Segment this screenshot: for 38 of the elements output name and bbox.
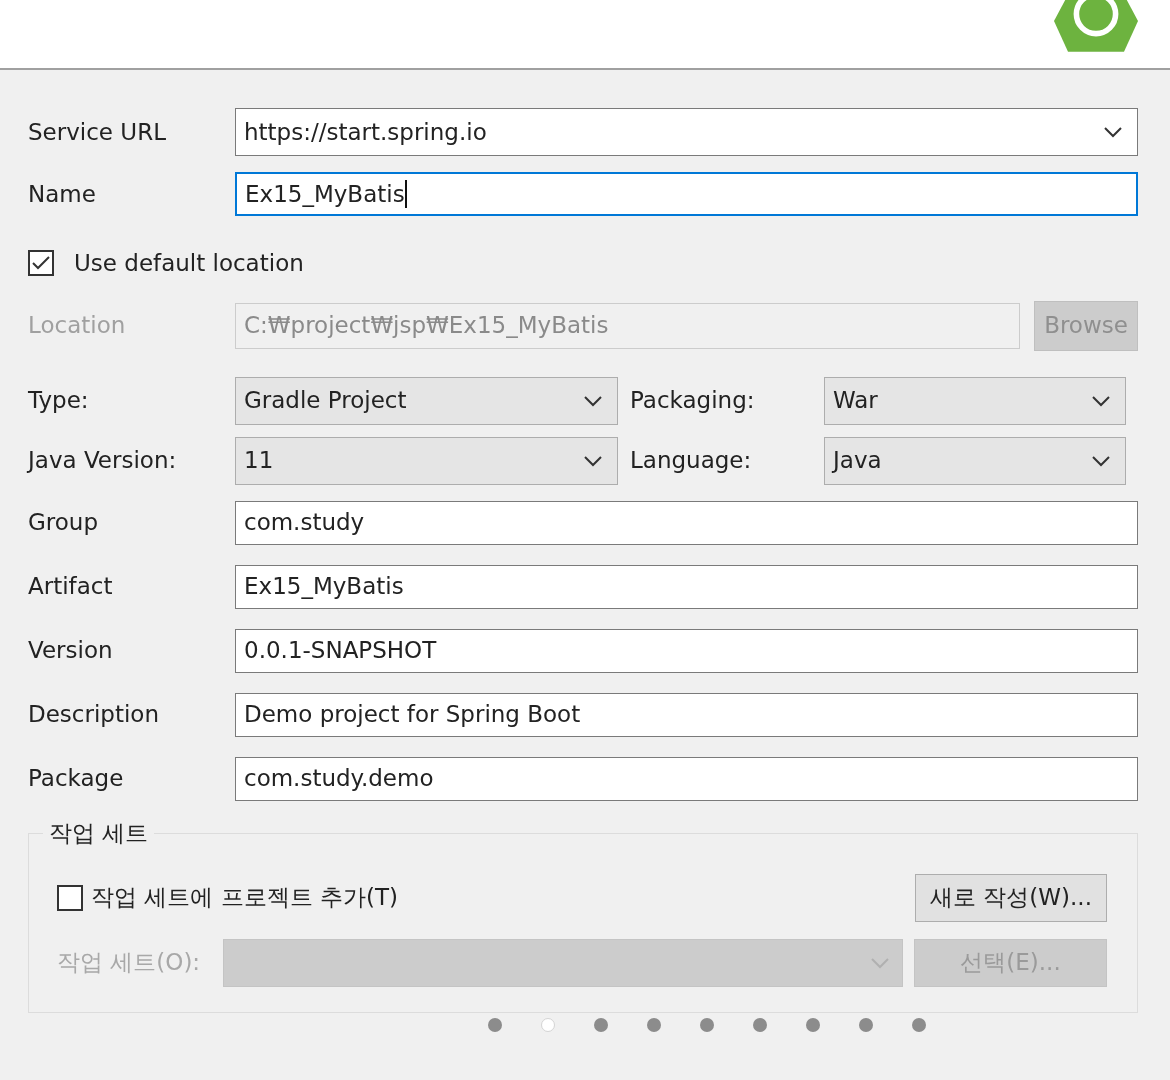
field-label: 작업 세트(O): [57,948,202,978]
input-field[interactable]: 0.0.1-SNAPSHOT [235,628,1138,673]
field-label: Name [28,179,97,209]
checkbox-label: Use default location [74,249,304,278]
chevron-down-icon [583,454,603,467]
input-field: C:₩project₩jsp₩Ex15_MyBatis [235,302,1020,349]
dropdown[interactable]: Gradle Project [235,376,618,425]
field-label: Service URL [28,117,167,147]
chevron-down-icon [870,956,890,969]
checkbox-label: 작업 세트에 프로젝트 추가(T) [91,883,398,913]
url-combo-field[interactable]: https://start.spring.io [235,108,1138,156]
chevron-down-icon [583,394,603,407]
dropdown[interactable]: Java [824,436,1126,485]
checkbox[interactable] [28,250,54,277]
field-label: Artifact [28,572,114,602]
field-label: Description [28,700,160,730]
field-label: Location [28,311,127,341]
chevron-down-icon [1091,454,1111,467]
chevron-down-icon [1103,126,1123,138]
checkmark-icon [31,255,51,272]
checkbox[interactable] [57,884,83,911]
text-cursor [404,180,407,208]
input-field[interactable]: Ex15_MyBatis [235,172,1138,216]
field-label: Version [28,636,114,666]
input-field[interactable]: Demo project for Spring Boot [235,692,1138,737]
input-field[interactable]: com.study.demo [235,756,1138,801]
field-label: Group [28,508,100,538]
input-field[interactable]: Ex15_MyBatis [235,564,1138,609]
chevron-down-icon [1091,394,1111,407]
field-label: Packaging: [629,386,756,416]
field-label: Java Version: [28,446,178,476]
input-field[interactable]: com.study [235,500,1138,545]
dropdown[interactable]: 11 [235,436,618,485]
field-label: Package [28,764,125,794]
dropdown[interactable]: War [824,376,1126,425]
field-label: Type: [28,386,90,416]
field-label: Language: [629,446,753,476]
new-button[interactable]: 새로 작성(W)... [915,873,1107,922]
